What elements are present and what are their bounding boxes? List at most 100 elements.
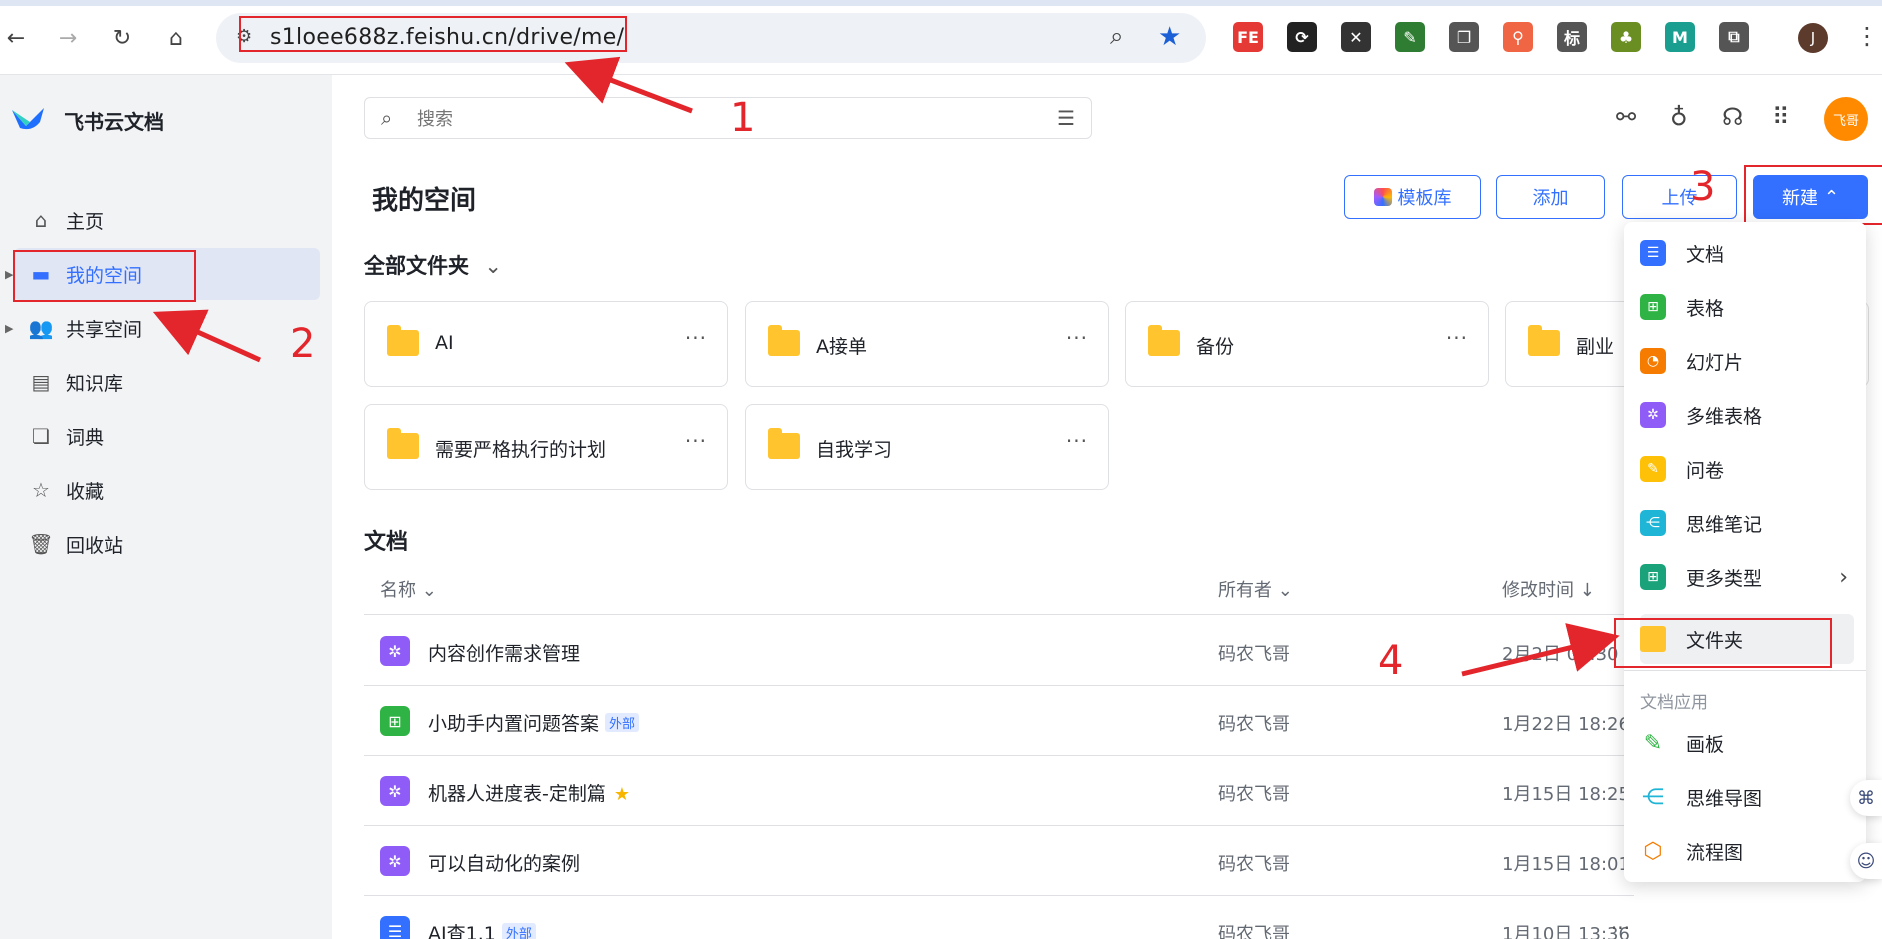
dictionary-icon: ❏ — [32, 424, 50, 448]
document-owner: 码农飞哥 — [1218, 924, 1290, 939]
sidebar-item-label: 主页 — [66, 210, 105, 233]
sync-icon[interactable]: ⟳ — [1287, 22, 1317, 52]
menu-item-flowchart[interactable]: ⬡ 流程图 — [1640, 826, 1854, 876]
menu-item-label: 多维表格 — [1686, 405, 1763, 428]
more-options-icon[interactable]: ··· — [1066, 429, 1088, 453]
menu-item-mindmap[interactable]: ⋲ 思维导图 — [1640, 772, 1854, 822]
more-options-icon[interactable]: ··· — [1611, 916, 1630, 939]
table-row[interactable]: ✲ 机器人进度表-定制篇 ★ 码农飞哥 1月15日 18:25 — [364, 756, 1634, 826]
column-header-name[interactable]: 名称 ⌄ — [380, 576, 437, 602]
folder-card[interactable]: 需要严格执行的计划 ··· — [364, 404, 728, 490]
folder-name: 备份 — [1196, 336, 1235, 358]
user-avatar[interactable]: 飞哥 — [1824, 97, 1868, 141]
m-icon[interactable]: M — [1665, 22, 1695, 52]
menu-item-label: 幻灯片 — [1686, 351, 1744, 374]
x-icon[interactable]: ✕ — [1341, 22, 1371, 52]
folder-icon — [768, 428, 800, 459]
chevron-down-icon: ⌄ — [421, 580, 437, 601]
column-header-modified[interactable]: 修改时间 ↓ — [1502, 576, 1595, 602]
document-name: AI查1.1 — [428, 923, 496, 939]
menu-item-slides[interactable]: ◔ 幻灯片 — [1640, 336, 1854, 386]
annotation-box-folder — [1614, 618, 1832, 668]
folders-heading[interactable]: 全部文件夹 ⌄ — [364, 250, 502, 280]
table-row[interactable]: ⊞ 小助手内置问题答案 外部 码农飞哥 1月22日 18:26 — [364, 686, 1634, 756]
menu-item-whiteboard[interactable]: ✎ 画板 — [1640, 718, 1854, 768]
folder-icon — [1528, 325, 1560, 356]
slides-icon: ◔ — [1640, 348, 1666, 374]
chevron-down-icon: ⌄ — [484, 254, 502, 278]
headset-icon[interactable]: ☊ — [1722, 103, 1743, 131]
brush-icon[interactable]: ✎ — [1395, 22, 1425, 52]
profile-avatar[interactable]: J — [1798, 23, 1828, 53]
sidebar-item-dictionary[interactable]: ❏ 词典 — [14, 410, 320, 462]
folder-card[interactable]: A接单 ··· — [745, 301, 1109, 387]
folder-card[interactable]: 自我学习 ··· — [745, 404, 1109, 490]
menu-item-bitable[interactable]: ✲ 多维表格 — [1640, 390, 1854, 440]
search-box[interactable]: ⌕ ☰ — [364, 97, 1092, 139]
doc-icon: ☰ — [1640, 240, 1666, 266]
apps-grid-icon[interactable]: ⠿ — [1772, 103, 1790, 131]
menu-item-doc[interactable]: ☰ 文档 — [1640, 228, 1854, 278]
upload-button[interactable]: 上传 — [1622, 175, 1737, 219]
reload-icon[interactable]: ↻ — [106, 22, 138, 54]
mindnote-icon: ⋲ — [1640, 510, 1666, 536]
bitable-icon: ✲ — [380, 776, 410, 806]
forward-icon[interactable]: → — [52, 22, 84, 54]
bookmark-star-icon[interactable]: ★ — [1158, 22, 1181, 52]
more-options-icon[interactable]: ··· — [685, 429, 707, 453]
folder-icon — [1148, 325, 1180, 356]
document-name: 小助手内置问题答案 — [428, 713, 600, 735]
plant-icon[interactable]: ♣ — [1611, 22, 1641, 52]
menu-item-mindnote[interactable]: ⋲ 思维笔记 — [1640, 498, 1854, 548]
header-divider — [364, 614, 1634, 615]
table-row[interactable]: ✲ 内容创作需求管理 码农飞哥 2月2日 07:30 — [364, 616, 1634, 686]
sidebar-item-label: 知识库 — [66, 372, 124, 395]
balloon-icon[interactable]: ⚲ — [1503, 22, 1533, 52]
menu-item-sheet[interactable]: ⊞ 表格 — [1640, 282, 1854, 332]
lightbulb-icon[interactable]: ♁ — [1670, 103, 1688, 131]
page-title: 我的空间 — [372, 186, 477, 216]
sidebar-item-trash[interactable]: 🗑 回收站 — [14, 518, 320, 570]
bitable-icon: ✲ — [380, 636, 410, 666]
sidebar-item-favorites[interactable]: ☆ 收藏 — [14, 464, 320, 516]
back-icon[interactable]: ← — [0, 22, 32, 54]
home-icon[interactable]: ⌂ — [160, 22, 192, 54]
document-title: 内容创作需求管理 — [428, 639, 580, 666]
menu-item-survey[interactable]: ✎ 问卷 — [1640, 444, 1854, 494]
bitable-icon: ✲ — [1640, 402, 1666, 428]
whiteboard-icon: ✎ — [1643, 730, 1663, 756]
sidebar-item-wiki[interactable]: ▤ 知识库 — [14, 356, 320, 408]
add-button[interactable]: 添加 — [1496, 175, 1605, 219]
template-library-button[interactable]: 模板库 — [1344, 175, 1481, 219]
fe-icon[interactable]: FE — [1233, 22, 1263, 52]
folder-icon — [768, 325, 800, 356]
document-modified-time: 1月15日 18:25 — [1502, 784, 1630, 805]
browser-menu-icon[interactable]: ⋮ — [1855, 22, 1879, 50]
filter-icon[interactable]: ☰ — [1057, 106, 1075, 130]
more-options-icon[interactable]: ··· — [1066, 326, 1088, 350]
table-row[interactable]: ✲ 可以自动化的案例 码农飞哥 1月15日 18:01 — [364, 826, 1634, 896]
table-row[interactable]: ☰ AI查1.1 外部 码农飞哥 1月10日 13:36 ··· — [364, 896, 1634, 939]
document-title: AI查1.1 外部 — [428, 919, 536, 939]
assistant-icon[interactable]: ☺ — [1850, 843, 1882, 879]
annotation-box-create — [1744, 165, 1882, 225]
zoom-icon[interactable]: ⌕ — [1110, 22, 1123, 50]
tab-strip — [0, 0, 1882, 6]
menu-item-more-types[interactable]: ⊞ 更多类型 › — [1640, 552, 1854, 602]
column-header-owner[interactable]: 所有者 ⌄ — [1218, 576, 1293, 602]
copy-icon[interactable]: ❐ — [1449, 22, 1479, 52]
folder-card[interactable]: 备份 ··· — [1125, 301, 1489, 387]
more-options-icon[interactable]: ··· — [685, 326, 707, 350]
puzzle-icon[interactable]: ⧉ — [1719, 22, 1749, 52]
expand-arrow-icon[interactable]: ▶ — [5, 322, 13, 335]
sidebar-item-home[interactable]: ⌂ 主页 — [14, 194, 320, 246]
sidebar-item-shared-space[interactable]: 👥 共享空间 — [14, 302, 320, 354]
shortcut-icon[interactable]: ⌘ — [1850, 780, 1882, 816]
more-options-icon[interactable]: ··· — [1446, 326, 1468, 350]
mark-icon[interactable]: 标 — [1557, 22, 1587, 52]
folder-card[interactable]: AI ··· — [364, 301, 728, 387]
chevron-down-icon: ⌄ — [1277, 580, 1293, 601]
search-input[interactable] — [417, 106, 997, 132]
folder-name: 自我学习 — [816, 439, 893, 461]
share-network-icon[interactable]: ⚯ — [1616, 103, 1636, 131]
